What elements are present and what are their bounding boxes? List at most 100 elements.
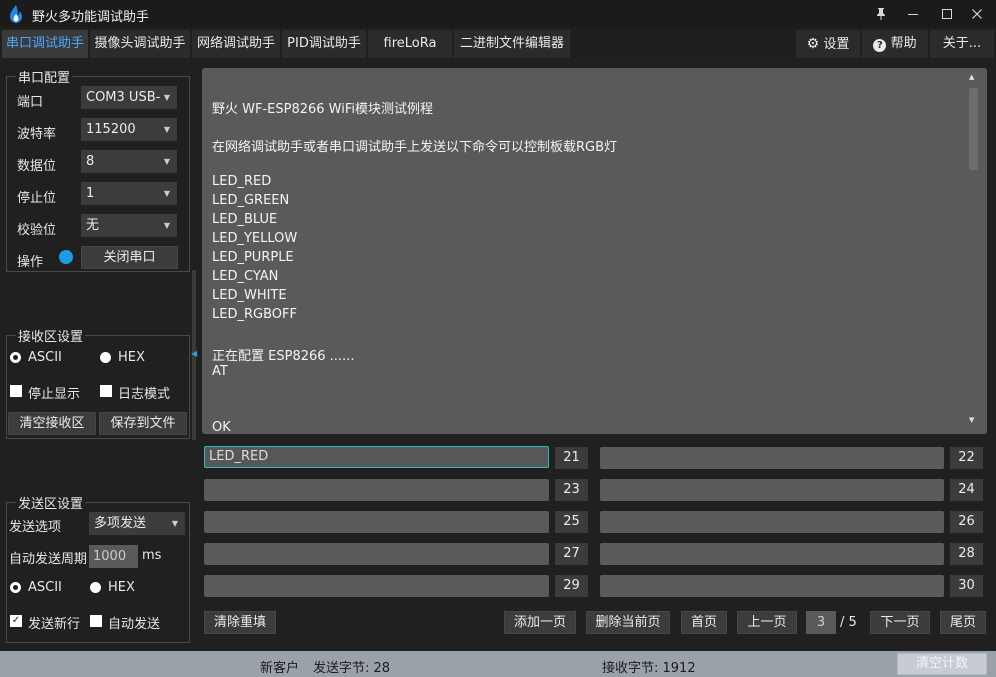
port-select[interactable]: COM3 USB- ▼ xyxy=(81,86,177,109)
send-option-label: 发送选项 xyxy=(9,520,62,535)
send-field-24[interactable] xyxy=(600,479,944,501)
send-newline-checkbox[interactable]: ✓ xyxy=(10,615,22,627)
clear-count-button[interactable]: 清空计数 xyxy=(897,653,987,675)
scroll-down-icon[interactable]: ▼ xyxy=(969,416,974,424)
send-field-21[interactable]: LED_RED xyxy=(204,446,549,468)
tab-pid-assistant[interactable]: PID调试助手 xyxy=(282,30,366,58)
save-to-file-button[interactable]: 保存到文件 xyxy=(99,412,187,435)
chevron-down-icon: ▼ xyxy=(163,125,170,134)
recv-ascii-label: ASCII xyxy=(28,350,62,365)
receive-scrollbar-thumb[interactable] xyxy=(969,88,978,170)
send-field-22[interactable] xyxy=(600,447,944,469)
tab-serial-assistant[interactable]: 串口调试助手 xyxy=(2,30,88,58)
receive-line: LED_PURPLE xyxy=(212,250,294,265)
delete-page-button[interactable]: 删除当前页 xyxy=(586,611,670,634)
send-button-27[interactable]: 27 xyxy=(555,543,588,565)
send-field-23[interactable] xyxy=(204,479,549,501)
chevron-down-icon: ▼ xyxy=(163,93,170,102)
stop-display-label: 停止显示 xyxy=(28,387,81,402)
send-field-26[interactable] xyxy=(600,511,944,533)
clear-refill-button[interactable]: 清除重填 xyxy=(204,611,276,634)
baud-label: 波特率 xyxy=(17,127,57,142)
tab-network-assistant[interactable]: 网络调试助手 xyxy=(192,30,280,58)
send-button-22[interactable]: 22 xyxy=(950,447,983,469)
send-ascii-label: ASCII xyxy=(28,580,62,595)
receive-line: OK xyxy=(212,420,231,434)
add-page-button[interactable]: 添加一页 xyxy=(504,611,576,634)
send-button-24[interactable]: 24 xyxy=(950,479,983,501)
send-button-23[interactable]: 23 xyxy=(555,479,588,501)
send-newline-label: 发送新行 xyxy=(28,617,81,632)
send-option-value: 多项发送 xyxy=(94,516,147,531)
receive-line: LED_CYAN xyxy=(212,269,279,284)
send-field-29[interactable] xyxy=(204,575,549,597)
send-field-27[interactable] xyxy=(204,543,549,565)
send-option-select[interactable]: 多项发送 ▼ xyxy=(89,512,185,535)
receive-line: LED_RED xyxy=(212,174,272,189)
receive-line: LED_WHITE xyxy=(212,288,287,303)
title-bar xyxy=(0,0,996,28)
send-hex-radio[interactable] xyxy=(90,582,101,593)
tab-camera-assistant[interactable]: 摄像头调试助手 xyxy=(90,30,190,58)
send-button-30[interactable]: 30 xyxy=(950,575,983,597)
page-number-input[interactable]: 3 xyxy=(806,611,836,634)
next-page-button[interactable]: 下一页 xyxy=(870,611,930,634)
send-hex-label: HEX xyxy=(108,580,135,595)
send-button-28[interactable]: 28 xyxy=(950,543,983,565)
receive-scrollbar[interactable]: ▲ ▼ xyxy=(967,68,979,434)
help-button[interactable]: ? 帮助 xyxy=(862,30,928,58)
help-icon: ? xyxy=(873,39,887,52)
collapse-arrow-icon[interactable]: ◀ xyxy=(191,349,197,358)
prev-page-button[interactable]: 上一页 xyxy=(737,611,797,634)
help-label: 帮助 xyxy=(890,36,917,51)
send-button-25[interactable]: 25 xyxy=(555,511,588,533)
tab-binary-editor[interactable]: 二进制文件编辑器 xyxy=(454,30,570,58)
databits-value: 8 xyxy=(86,154,95,169)
parity-select[interactable]: 无 ▼ xyxy=(81,214,177,237)
status-client: 新客户 xyxy=(260,661,300,676)
auto-send-checkbox[interactable] xyxy=(90,615,102,627)
receive-line: 正在配置 ESP8266 ...... xyxy=(212,349,355,364)
send-button-21[interactable]: 21 xyxy=(555,447,588,469)
send-ascii-radio[interactable] xyxy=(10,582,21,593)
status-received-bytes: 接收字节: 1912 xyxy=(602,661,696,676)
clear-receive-button[interactable]: 清空接收区 xyxy=(8,412,96,435)
about-button[interactable]: 关于... xyxy=(930,30,994,58)
maximize-icon[interactable] xyxy=(932,3,962,25)
scroll-up-icon[interactable]: ▲ xyxy=(969,73,974,81)
send-field-28[interactable] xyxy=(600,543,944,565)
log-mode-checkbox[interactable] xyxy=(100,385,112,397)
receive-line: 在网络调试助手或者串口调试助手上发送以下命令可以控制板载RGB灯 xyxy=(212,140,618,155)
stopbits-label: 停止位 xyxy=(17,191,57,206)
gear-icon: ⚙ xyxy=(806,36,820,52)
receive-text-area[interactable]: 野火 WF-ESP8266 WiFi模块测试例程 在网络调试助手或者串口调试助手… xyxy=(202,68,987,434)
auto-send-period-input[interactable]: 1000 xyxy=(89,545,138,568)
window-title: 野火多功能调试助手 xyxy=(32,10,150,25)
receive-line: AT xyxy=(212,364,228,379)
send-field-30[interactable] xyxy=(600,575,944,597)
send-button-26[interactable]: 26 xyxy=(950,511,983,533)
recv-hex-radio[interactable] xyxy=(100,352,111,363)
send-button-29[interactable]: 29 xyxy=(555,575,588,597)
receive-line: LED_GREEN xyxy=(212,193,290,208)
settings-label: 设置 xyxy=(823,37,850,52)
settings-button[interactable]: ⚙ 设置 xyxy=(796,30,860,58)
baud-select[interactable]: 115200 ▼ xyxy=(81,118,177,141)
tab-firelora[interactable]: fireLoRa xyxy=(368,30,452,58)
minimize-icon[interactable] xyxy=(898,3,928,25)
databits-label: 数据位 xyxy=(17,159,57,174)
status-bar xyxy=(0,651,996,677)
chevron-down-icon: ▼ xyxy=(171,519,178,528)
port-status-indicator xyxy=(59,250,73,264)
stop-display-checkbox[interactable] xyxy=(10,385,22,397)
stopbits-select[interactable]: 1 ▼ xyxy=(81,182,177,205)
databits-select[interactable]: 8 ▼ xyxy=(81,150,177,173)
log-mode-label: 日志模式 xyxy=(118,387,171,402)
recv-ascii-radio[interactable] xyxy=(10,352,21,363)
first-page-button[interactable]: 首页 xyxy=(681,611,727,634)
close-port-button[interactable]: 关闭串口 xyxy=(81,246,178,269)
last-page-button[interactable]: 尾页 xyxy=(940,611,986,634)
close-icon[interactable] xyxy=(962,3,992,25)
pin-icon[interactable] xyxy=(866,3,896,25)
send-field-25[interactable] xyxy=(204,511,549,533)
